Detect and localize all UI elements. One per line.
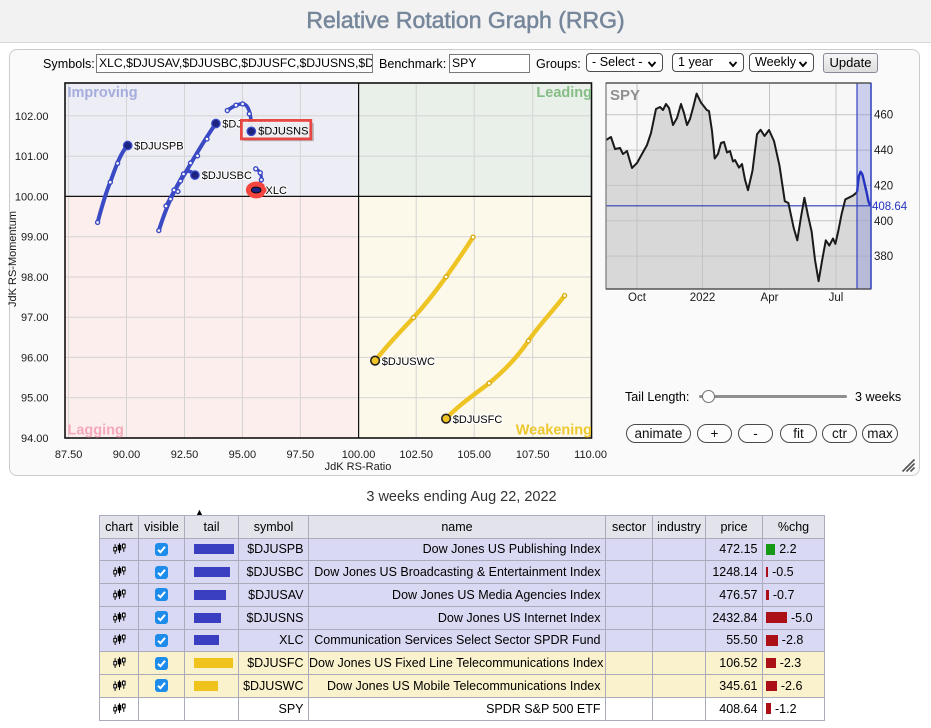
svg-text:440: 440 (874, 145, 893, 157)
svg-text:Jul: Jul (829, 292, 844, 304)
svg-text:Leading: Leading (536, 85, 592, 101)
svg-text:$DJUSFC: $DJUSFC (453, 414, 503, 426)
svg-text:Improving: Improving (68, 85, 138, 101)
svg-text:102.50: 102.50 (399, 449, 433, 461)
svg-text:$DJUSBC: $DJUSBC (202, 170, 252, 182)
svg-text:SPY: SPY (610, 87, 640, 104)
svg-text:105.00: 105.00 (457, 449, 491, 461)
svg-text:87.50: 87.50 (55, 449, 83, 461)
svg-text:100.00: 100.00 (342, 449, 376, 461)
svg-text:380: 380 (874, 251, 893, 263)
svg-text:2022: 2022 (690, 292, 716, 304)
svg-text:98.00: 98.00 (21, 272, 49, 284)
svg-text:400: 400 (874, 216, 893, 228)
svg-text:$DJUSNS: $DJUSNS (258, 126, 308, 138)
svg-text:101.00: 101.00 (15, 151, 49, 163)
svg-text:107.50: 107.50 (516, 449, 550, 461)
svg-text:95.00: 95.00 (229, 449, 257, 461)
svg-text:Lagging: Lagging (68, 423, 124, 439)
svg-text:100.00: 100.00 (15, 191, 49, 203)
svg-text:97.50: 97.50 (287, 449, 315, 461)
svg-text:$DJUSWC: $DJUSWC (382, 356, 435, 368)
svg-text:XLC: XLC (266, 185, 287, 197)
svg-text:94.00: 94.00 (21, 433, 49, 445)
svg-text:420: 420 (874, 180, 893, 192)
svg-text:102.00: 102.00 (15, 111, 49, 123)
svg-text:408.64: 408.64 (872, 201, 908, 213)
svg-text:Oct: Oct (628, 292, 647, 304)
svg-text:JdK RS-Momentum: JdK RS-Momentum (7, 211, 19, 307)
svg-text:99.00: 99.00 (21, 232, 49, 244)
svg-text:Weakening: Weakening (516, 423, 592, 439)
svg-text:460: 460 (874, 110, 893, 122)
svg-text:110.00: 110.00 (574, 449, 607, 461)
svg-text:97.00: 97.00 (21, 312, 49, 324)
svg-text:92.50: 92.50 (171, 449, 199, 461)
svg-text:95.00: 95.00 (21, 393, 49, 405)
svg-text:JdK RS-Ratio: JdK RS-Ratio (325, 461, 392, 473)
svg-text:90.00: 90.00 (113, 449, 141, 461)
svg-text:$DJUSPB: $DJUSPB (134, 141, 184, 153)
svg-text:96.00: 96.00 (21, 352, 49, 364)
svg-text:Apr: Apr (761, 292, 779, 304)
